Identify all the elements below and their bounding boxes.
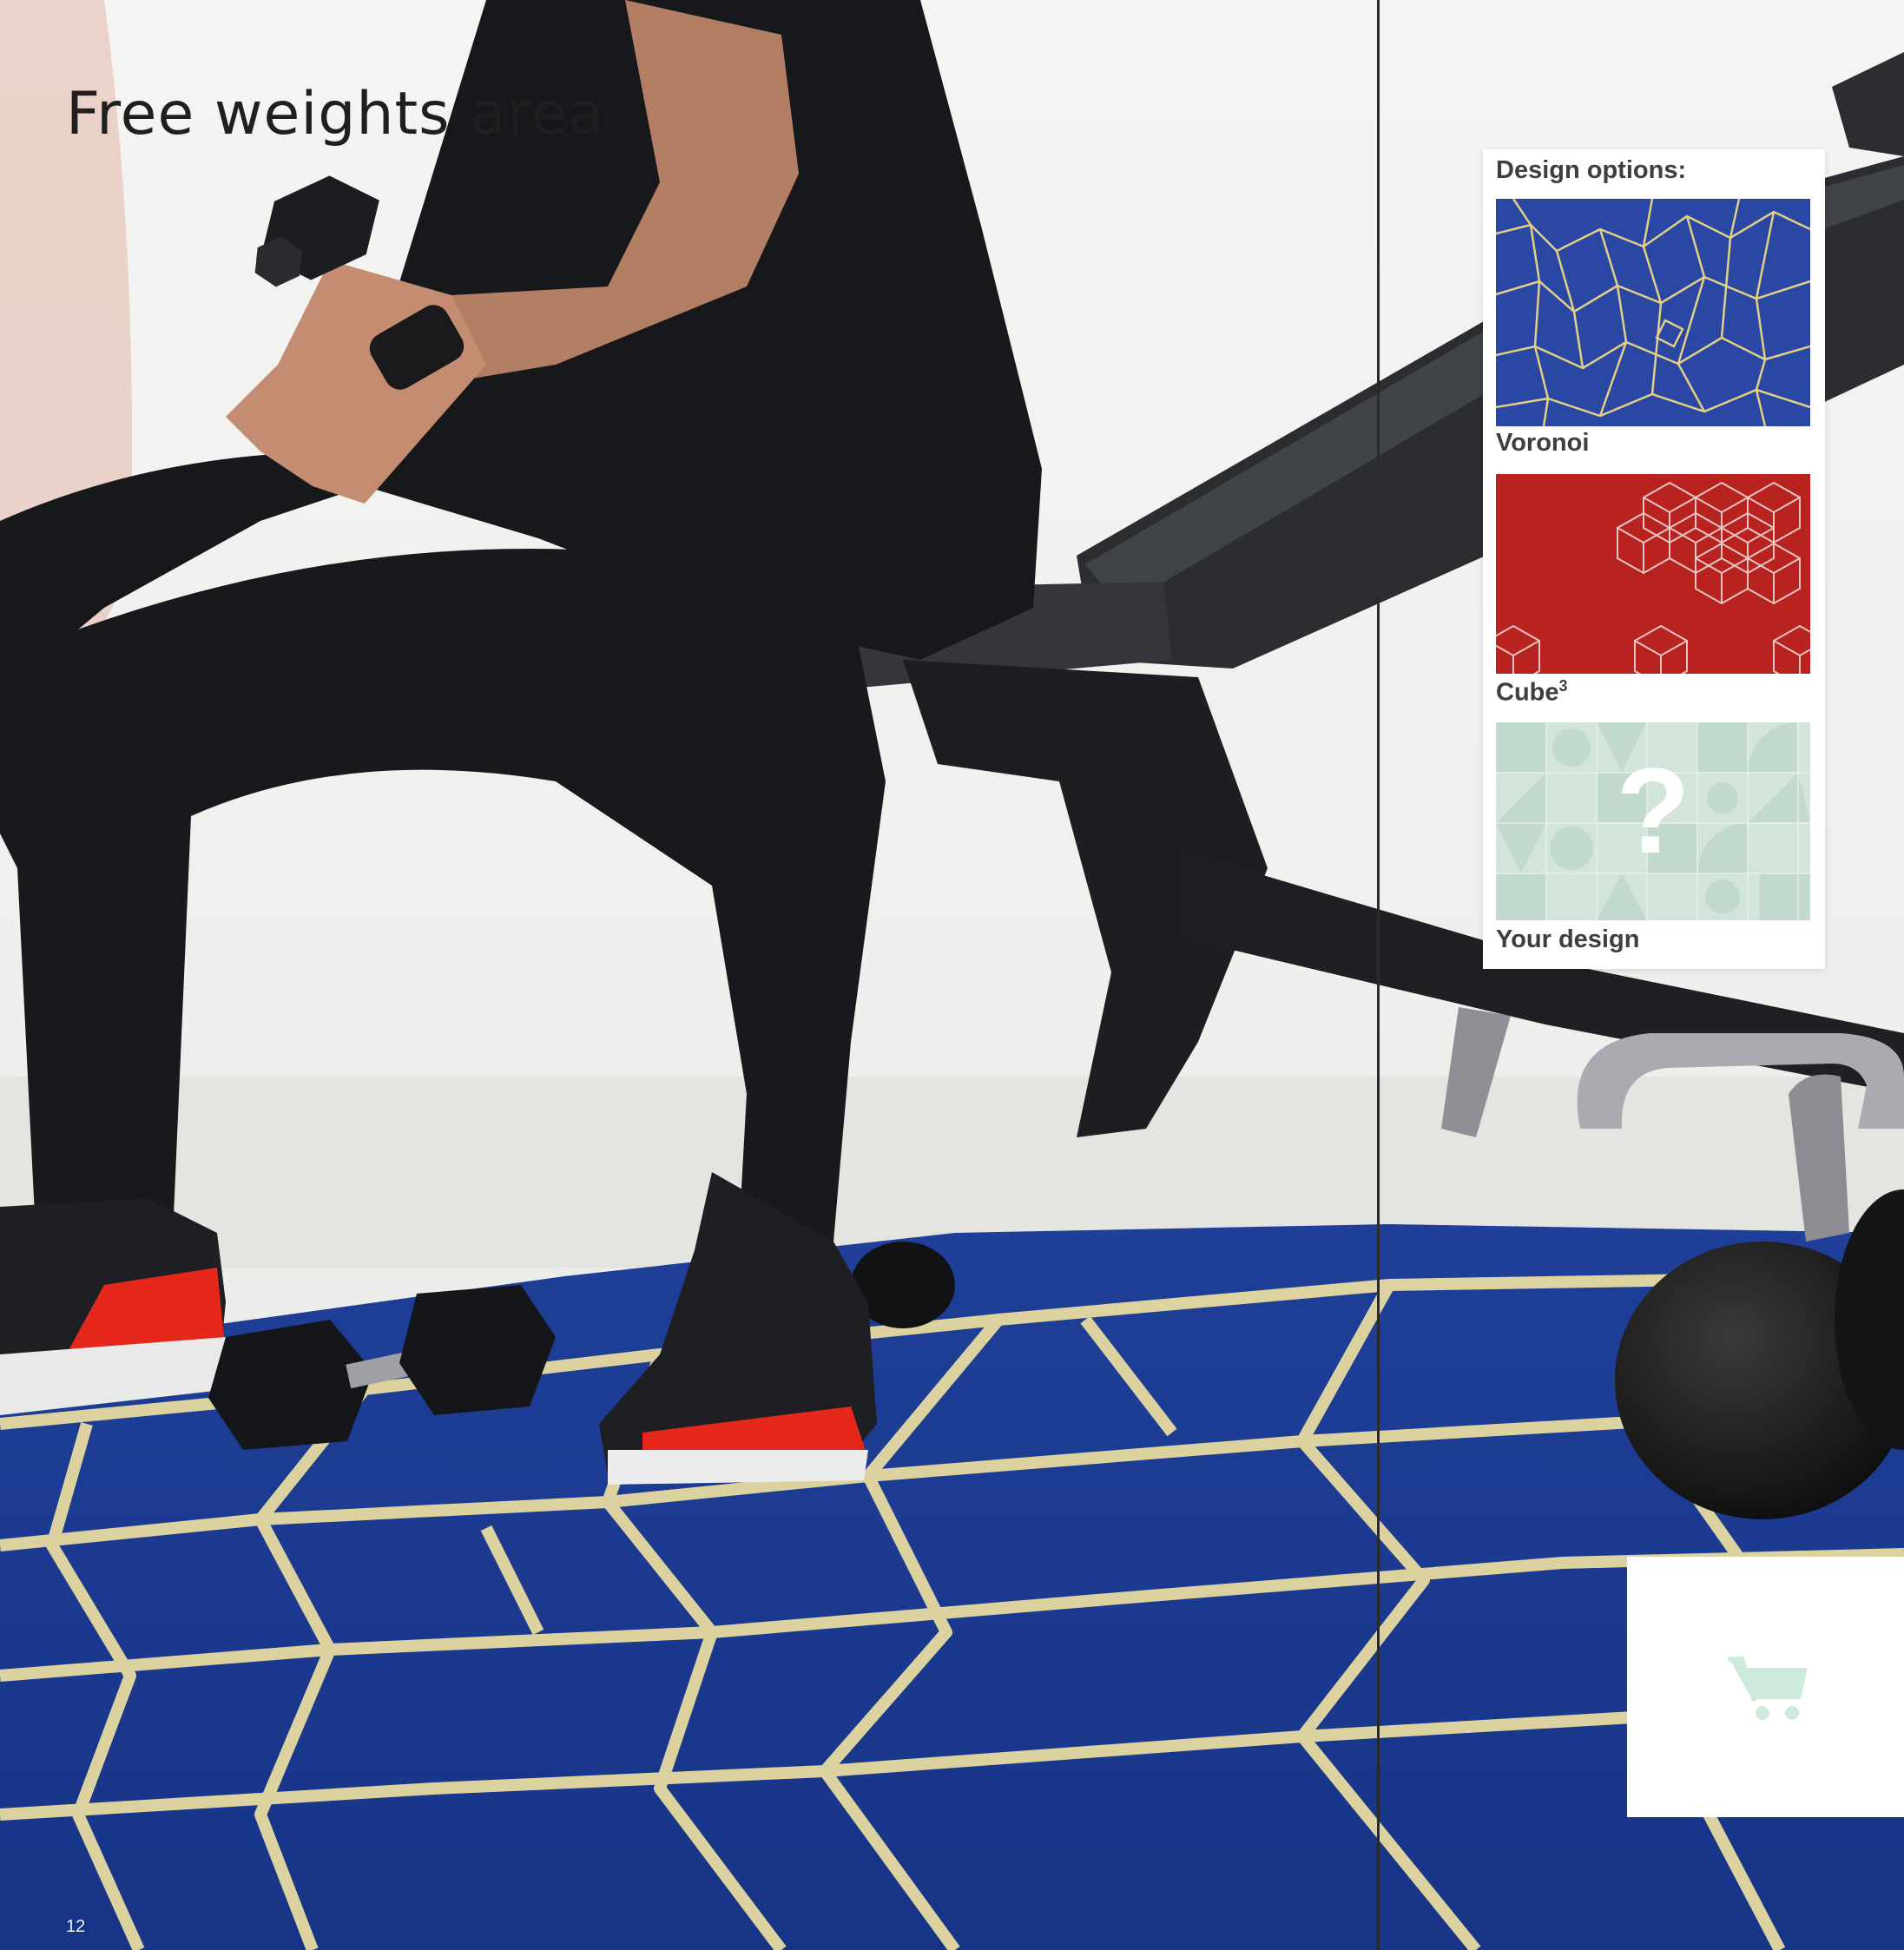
cube-swatch[interactable] xyxy=(1496,474,1810,674)
your-design-swatch[interactable]: ? xyxy=(1496,722,1810,920)
your-design-label: Your design xyxy=(1496,926,1640,953)
design-options-heading: Design options: xyxy=(1496,156,1687,184)
page-spine-divider xyxy=(1377,0,1380,1950)
custom-pattern-icon: ? xyxy=(1496,722,1810,920)
voronoi-label: Voronoi xyxy=(1496,429,1590,457)
cube-pattern-icon xyxy=(1496,474,1810,674)
page-number: 12 xyxy=(66,1917,86,1936)
voronoi-pattern-icon xyxy=(1496,199,1810,426)
voronoi-swatch[interactable] xyxy=(1496,199,1810,426)
design-options-panel: Design options: Voronoi Cube3 ? Your des… xyxy=(1483,149,1825,969)
cart-card[interactable] xyxy=(1627,1557,1904,1817)
cart-icon[interactable] xyxy=(1728,1656,1811,1723)
cube-label: Cube3 xyxy=(1496,677,1568,707)
page-title: Free weights area xyxy=(66,80,605,148)
question-mark-icon: ? xyxy=(1616,742,1690,879)
